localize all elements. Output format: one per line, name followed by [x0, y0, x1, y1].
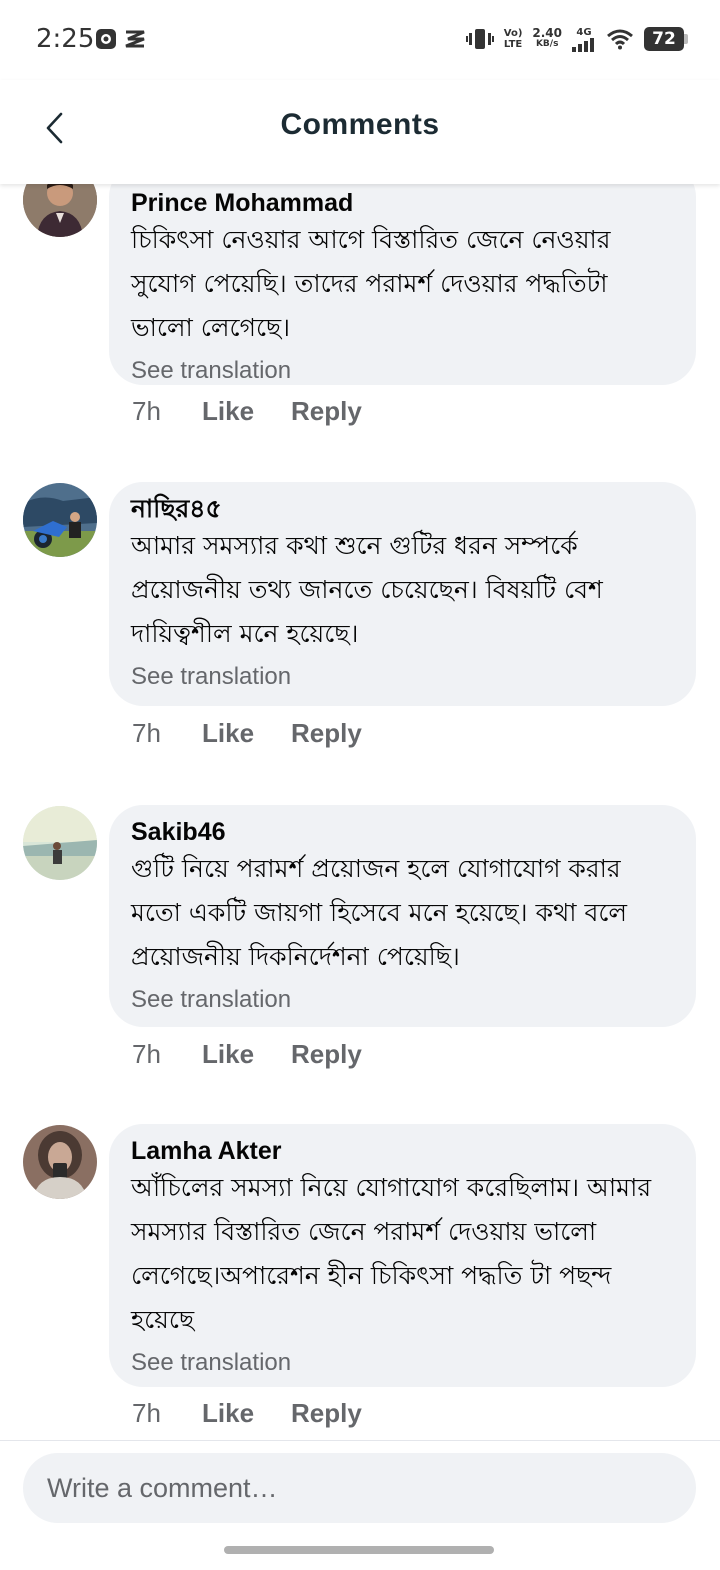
signal-bars-icon [572, 37, 594, 52]
comment-text: গুটি নিয়ে পরামর্শ প্রয়োজন হলে যোগাযোগ … [131, 854, 628, 971]
see-translation-link[interactable]: See translation [131, 356, 674, 386]
notification-app-icon [96, 29, 116, 49]
person-photo-icon [23, 1125, 97, 1199]
reply-button[interactable]: Reply [291, 396, 362, 427]
see-translation-link[interactable]: See translation [131, 662, 674, 692]
vibrate-icon [465, 29, 494, 49]
comment-composer [0, 1440, 720, 1570]
avatar[interactable] [23, 184, 97, 237]
notification-zigzag-icon [125, 30, 145, 48]
comment-bubble: নাছির৪৫ আমার সমস্যার কথা শুনে গুটির ধরন … [109, 482, 696, 706]
comment-actions: 7h Like Reply [132, 396, 362, 427]
home-indicator[interactable] [224, 1546, 494, 1554]
comment-bubble: Lamha Akter আঁচিলের সমস্যা নিয়ে যোগাযোগ… [109, 1124, 696, 1387]
like-button[interactable]: Like [202, 396, 291, 427]
comment-input[interactable] [23, 1453, 696, 1523]
status-icons: Vo) LTE 2.40 KB/s 4G 72 [465, 24, 688, 54]
see-translation-link[interactable]: See translation [131, 985, 674, 1015]
comment-bubble: Sakib46 গুটি নিয়ে পরামর্শ প্রয়োজন হলে … [109, 805, 696, 1027]
app-header: Comments [0, 80, 720, 184]
reply-button[interactable]: Reply [291, 1039, 362, 1070]
comments-list: Prince Mohammad চিকিৎসা নেওয়ার আগে বিস্… [0, 184, 720, 1440]
status-time: 2:25 [36, 24, 95, 54]
comment-timestamp: 7h [132, 396, 161, 426]
reply-button[interactable]: Reply [291, 718, 362, 749]
comment-timestamp: 7h [132, 1039, 161, 1069]
cell-signal: 4G [572, 27, 596, 52]
comment-item: Sakib46 গুটি নিয়ে পরামর্শ প্রয়োজন হলে … [0, 805, 720, 1095]
comment-actions: 7h Like Reply [132, 1039, 362, 1070]
comment-author[interactable]: Sakib46 [131, 817, 674, 847]
like-button[interactable]: Like [202, 1039, 291, 1070]
comment-author[interactable]: Lamha Akter [131, 1136, 674, 1166]
avatar[interactable] [23, 806, 97, 880]
avatar[interactable] [23, 483, 97, 557]
comment-text: চিকিৎসা নেওয়ার আগে বিস্তারিত জেনে নেওয়… [131, 225, 611, 342]
comment-text: আঁচিলের সমস্যা নিয়ে যোগাযোগ করেছিলাম। আ… [131, 1173, 652, 1334]
comment-item: নাছির৪৫ আমার সমস্যার কথা শুনে গুটির ধরন … [0, 482, 720, 772]
comment-timestamp: 7h [132, 1398, 161, 1428]
comment-actions: 7h Like Reply [132, 718, 362, 749]
like-button[interactable]: Like [202, 718, 291, 749]
comment-bubble: Prince Mohammad চিকিৎসা নেওয়ার আগে বিস্… [109, 184, 696, 385]
comment-author[interactable]: Prince Mohammad [131, 188, 674, 218]
comment-item: Lamha Akter আঁচিলের সমস্যা নিয়ে যোগাযোগ… [0, 1124, 720, 1440]
person-photo-icon [23, 184, 97, 237]
motorbike-photo-icon [23, 483, 97, 557]
page-title: Comments [280, 108, 440, 141]
status-bar: 2:25 Vo) LTE 2.40 KB/s 4G 72 [0, 0, 720, 80]
volte-indicator: Vo) LTE [503, 28, 523, 50]
comment-text: আমার সমস্যার কথা শুনে গুটির ধরন সম্পর্কে… [131, 531, 603, 648]
wifi-icon [607, 29, 633, 50]
landscape-photo-icon [23, 806, 97, 880]
avatar[interactable] [23, 1125, 97, 1199]
see-translation-link[interactable]: See translation [131, 1348, 674, 1378]
battery-indicator: 72 [644, 27, 688, 51]
network-speed: 2.40 KB/s [532, 26, 562, 49]
comment-author[interactable]: নাছির৪৫ [131, 494, 674, 524]
like-button[interactable]: Like [202, 1398, 291, 1429]
comment-timestamp: 7h [132, 718, 161, 748]
reply-button[interactable]: Reply [291, 1398, 362, 1429]
comment-actions: 7h Like Reply [132, 1398, 362, 1429]
comment-item: Prince Mohammad চিকিৎসা নেওয়ার আগে বিস্… [0, 184, 720, 444]
